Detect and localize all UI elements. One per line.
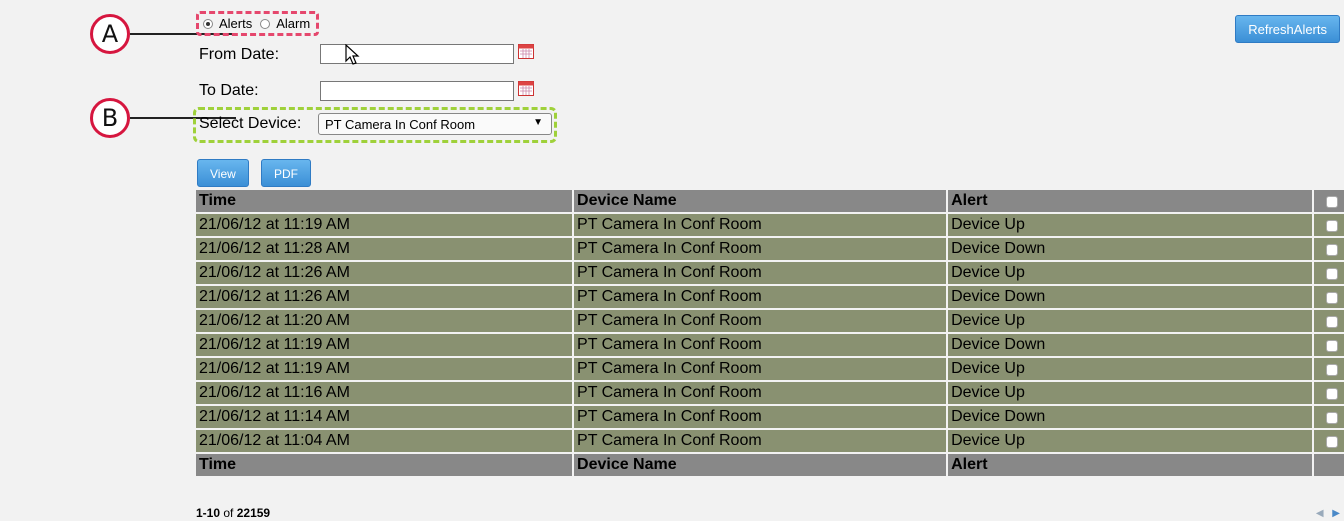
next-page-icon[interactable]: ▶ [1332,508,1340,519]
alert-cell: Device Up [948,358,1313,380]
row-select-cell [1314,262,1344,284]
row-checkbox[interactable] [1326,244,1339,256]
alerts-table: Time Device Name Alert 21/06/12 at 11:19… [196,190,1344,478]
pagination-summary: 1-10 of 22159 [196,506,270,520]
time-cell: 21/06/12 at 11:19 AM [196,358,573,380]
prev-page-icon[interactable]: ◀ [1316,508,1324,519]
device-name-column-header[interactable]: Device Name [574,190,947,212]
alert-cell: Device Down [948,286,1313,308]
time-cell: 21/06/12 at 11:28 AM [196,238,573,260]
refresh-alerts-button[interactable]: RefreshAlerts [1235,15,1340,43]
device-name-cell: PT Camera In Conf Room [574,286,947,308]
device-name-cell: PT Camera In Conf Room [574,334,947,356]
device-name-cell: PT Camera In Conf Room [574,430,947,452]
row-checkbox[interactable] [1326,340,1339,352]
device-select-value: PT Camera In Conf Room [325,117,476,132]
page-range: 1-10 [196,506,221,520]
alert-cell: Device Up [948,310,1313,332]
calendar-icon[interactable] [518,44,534,59]
time-cell: 21/06/12 at 11:26 AM [196,262,573,284]
row-select-cell [1314,358,1344,380]
time-column-header[interactable]: Time [196,190,573,212]
device-name-cell: PT Camera In Conf Room [574,382,947,404]
callout-a-label: A [90,14,130,54]
footer-empty-cell [1314,454,1344,476]
select-all-checkbox[interactable] [1326,196,1339,208]
select-all-cell [1314,190,1344,212]
pager-controls: ◀ ▶ [1316,508,1340,519]
table-header-row: Time Device Name Alert [196,190,1344,214]
device-name-cell: PT Camera In Conf Room [574,238,947,260]
device-name-cell: PT Camera In Conf Room [574,262,947,284]
dropdown-arrow-icon: ▼ [533,117,543,128]
table-row[interactable]: 21/06/12 at 11:14 AM PT Camera In Conf Ro… [196,406,1344,430]
table-row[interactable]: 21/06/12 at 11:26 AM PT Camera In Conf Ro… [196,262,1344,286]
to-date-input[interactable] [320,81,514,101]
table-footer-row: Time Device Name Alert [196,454,1344,478]
row-checkbox[interactable] [1326,268,1339,280]
device-name-cell: PT Camera In Conf Room [574,214,947,236]
time-cell: 21/06/12 at 11:19 AM [196,214,573,236]
pdf-button[interactable]: PDF [261,159,311,187]
view-button[interactable]: View [197,159,249,187]
callout-b-label: B [90,98,130,138]
row-select-cell [1314,214,1344,236]
table-row[interactable]: 21/06/12 at 11:20 AM PT Camera In Conf Ro… [196,310,1344,334]
device-label: Select Device: [199,115,302,132]
from-date-label: From Date: [199,46,280,63]
time-cell: 21/06/12 at 11:14 AM [196,406,573,428]
row-checkbox[interactable] [1326,412,1339,424]
time-cell: 21/06/12 at 11:16 AM [196,382,573,404]
alarm-radio[interactable] [260,18,271,29]
total-count: 22159 [236,506,271,520]
row-checkbox[interactable] [1326,220,1339,232]
table-row[interactable]: 21/06/12 at 11:28 AM PT Camera In Conf Ro… [196,238,1344,262]
alert-cell: Device Down [948,238,1313,260]
time-cell: 21/06/12 at 11:04 AM [196,430,573,452]
alert-cell: Device Down [948,406,1313,428]
table-row[interactable]: 21/06/12 at 11:19 AM PT Camera In Conf Ro… [196,358,1344,382]
alert-cell: Device Up [948,430,1313,452]
row-select-cell [1314,238,1344,260]
mouse-cursor-icon [345,44,360,65]
table-row[interactable]: 21/06/12 at 11:19 AM PT Camera In Conf Ro… [196,214,1344,238]
device-select[interactable]: PT Camera In Conf Room ▼ [318,113,552,135]
row-select-cell [1314,334,1344,356]
row-checkbox[interactable] [1326,292,1339,304]
row-select-cell [1314,406,1344,428]
alerts-radio-label: Alerts [219,16,253,31]
alerts-radio[interactable] [203,18,213,29]
time-column-footer: Time [196,454,573,476]
alert-cell: Device Up [948,262,1313,284]
row-select-cell [1314,310,1344,332]
time-cell: 21/06/12 at 11:19 AM [196,334,573,356]
alert-column-footer: Alert [948,454,1313,476]
page-of: of [223,506,234,520]
alert-cell: Device Up [948,382,1313,404]
device-name-cell: PT Camera In Conf Room [574,310,947,332]
time-cell: 21/06/12 at 11:20 AM [196,310,573,332]
row-checkbox[interactable] [1326,364,1339,376]
table-row[interactable]: 21/06/12 at 11:26 AM PT Camera In Conf Ro… [196,286,1344,310]
calendar-icon[interactable] [518,81,534,96]
to-date-label: To Date: [199,82,259,99]
alarm-radio-label: Alarm [276,16,311,31]
alert-column-header[interactable]: Alert [948,190,1313,212]
row-select-cell [1314,382,1344,404]
table-row[interactable]: 21/06/12 at 11:04 AM PT Camera In Conf Ro… [196,430,1344,454]
table-row[interactable]: 21/06/12 at 11:19 AM PT Camera In Conf Ro… [196,334,1344,358]
alert-cell: Device Up [948,214,1313,236]
device-name-cell: PT Camera In Conf Room [574,406,947,428]
row-checkbox[interactable] [1326,316,1339,328]
row-checkbox[interactable] [1326,388,1339,400]
time-cell: 21/06/12 at 11:26 AM [196,286,573,308]
row-checkbox[interactable] [1326,436,1339,448]
row-select-cell [1314,430,1344,452]
row-select-cell [1314,286,1344,308]
device-name-column-footer: Device Name [574,454,947,476]
alert-cell: Device Down [948,334,1313,356]
device-name-cell: PT Camera In Conf Room [574,358,947,380]
table-row[interactable]: 21/06/12 at 11:16 AM PT Camera In Conf Ro… [196,382,1344,406]
mode-radio-group: Alerts Alarm [196,11,320,36]
